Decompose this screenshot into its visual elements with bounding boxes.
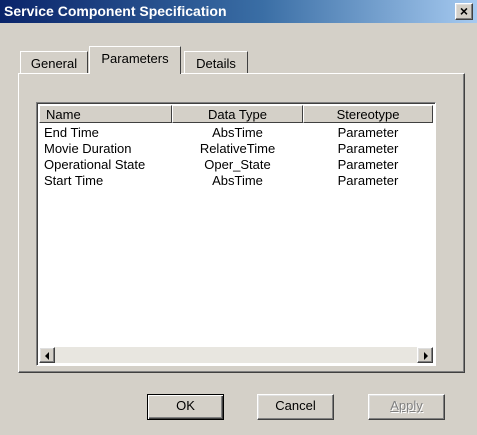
arrow-right-icon [424, 352, 428, 360]
item-name: Start Time [44, 173, 104, 188]
list-item[interactable]: Start Time AbsTime Parameter [39, 173, 433, 189]
item-data-type: Oper_State [204, 157, 271, 172]
list-header: Name Data Type Stereotype [39, 105, 433, 123]
tab-parameters[interactable]: Parameters [89, 46, 181, 74]
item-stereotype: Parameter [337, 173, 399, 188]
item-name: Movie Duration [44, 141, 132, 156]
item-data-type: AbsTime [212, 173, 263, 188]
ok-button[interactable]: OK [147, 394, 224, 420]
column-header-name[interactable]: Name [39, 105, 172, 123]
title-bar[interactable]: Service Component Specification × [0, 0, 477, 23]
apply-button-label: Apply [390, 398, 423, 413]
item-name: End Time [44, 125, 99, 140]
item-name: Operational State [44, 157, 146, 172]
arrow-left-icon [45, 352, 49, 360]
column-header-stereotype[interactable]: Stereotype [303, 105, 433, 123]
tab-general-label: General [30, 56, 78, 71]
column-header-data-type[interactable]: Data Type [172, 105, 303, 123]
apply-button[interactable]: Apply [368, 394, 445, 420]
item-stereotype: Parameter [337, 141, 399, 156]
tab-details-label: Details [196, 56, 236, 71]
item-data-type: RelativeTime [199, 141, 276, 156]
scroll-left-button[interactable] [39, 347, 55, 363]
list-item[interactable]: Operational State Oper_State Parameter [39, 157, 433, 173]
item-stereotype: Parameter [337, 125, 399, 140]
tab-parameters-label: Parameters [101, 51, 169, 66]
item-stereotype: Parameter [337, 157, 399, 172]
scroll-right-button[interactable] [417, 347, 433, 363]
tab-details[interactable]: Details [184, 51, 248, 73]
cancel-button[interactable]: Cancel [257, 394, 334, 420]
window-title: Service Component Specification [4, 3, 227, 19]
parameters-list[interactable]: Name Data Type Stereotype End Time AbsTi… [36, 102, 436, 366]
horizontal-scrollbar[interactable] [39, 347, 433, 363]
item-data-type: AbsTime [212, 125, 263, 140]
dialog-window: Service Component Specification × Genera… [0, 0, 477, 435]
tab-general[interactable]: General [20, 51, 88, 73]
list-item[interactable]: Movie Duration RelativeTime Parameter [39, 141, 433, 157]
list-rows: End Time AbsTime Parameter Movie Duratio… [39, 125, 433, 189]
close-button[interactable]: × [455, 3, 473, 20]
close-icon: × [459, 3, 469, 19]
list-item[interactable]: End Time AbsTime Parameter [39, 125, 433, 141]
